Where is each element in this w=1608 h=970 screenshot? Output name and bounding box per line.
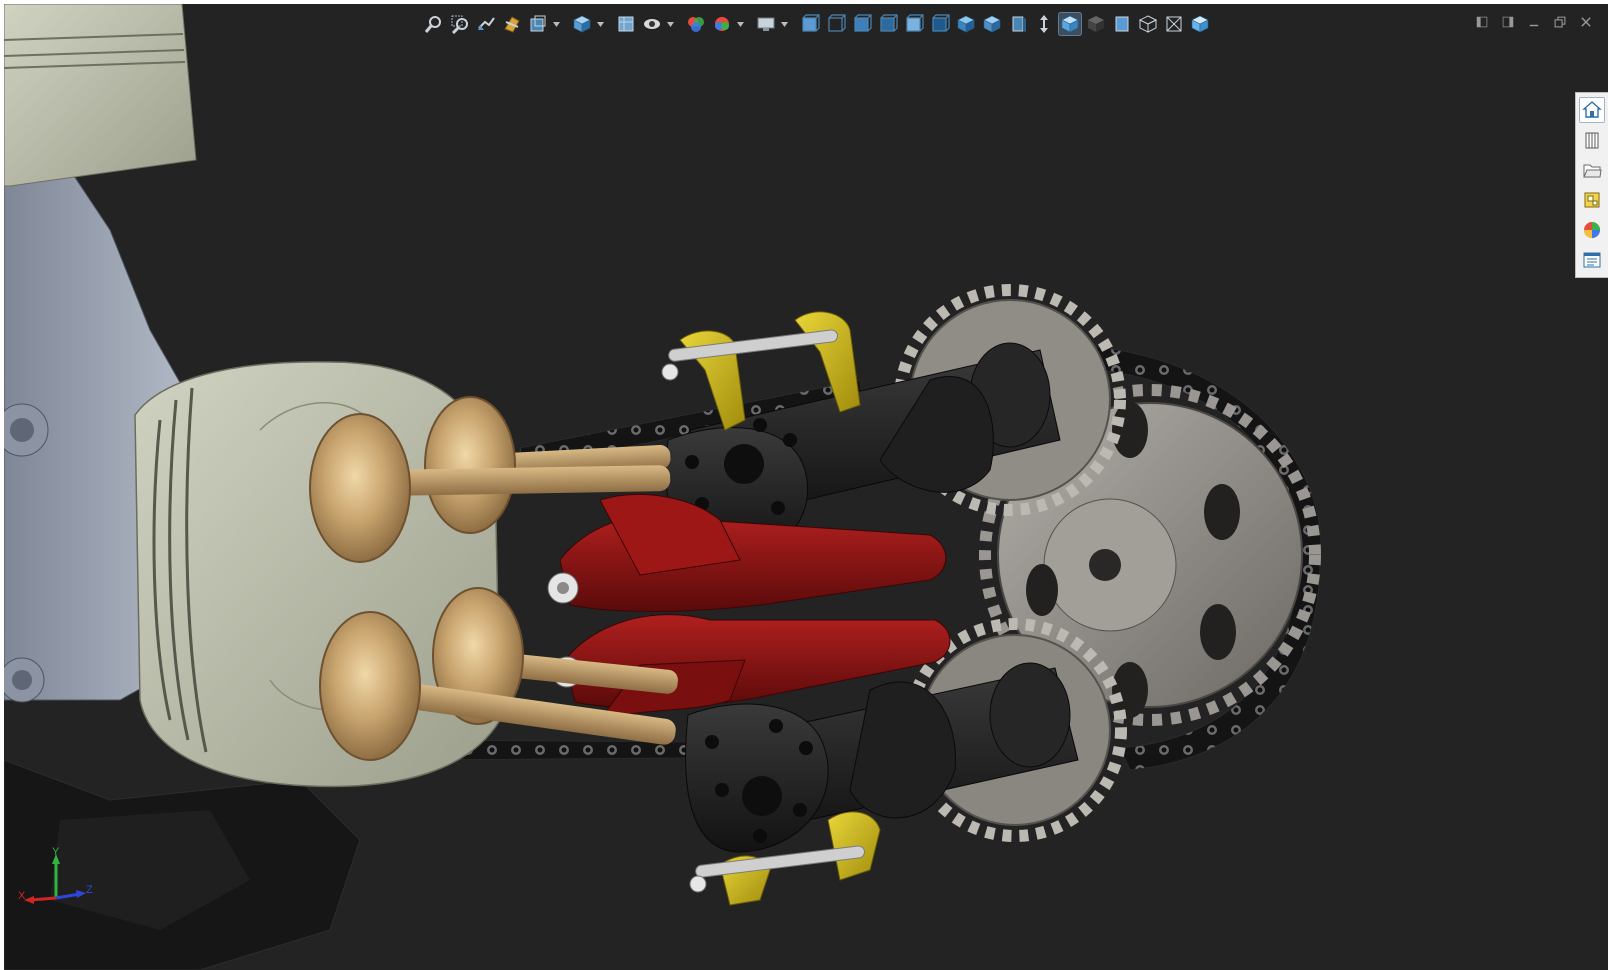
minimize-icon[interactable] bbox=[1524, 12, 1544, 32]
dynamic-annotation-dropdown-arrow[interactable] bbox=[552, 12, 560, 36]
shaded-icon[interactable] bbox=[1084, 12, 1108, 36]
task-pane-tabs bbox=[1575, 92, 1608, 278]
z-axis-arrow bbox=[55, 892, 81, 900]
normal-to-icon[interactable] bbox=[1032, 12, 1056, 36]
reference-triad: Y X Z bbox=[16, 846, 96, 920]
right-view-icon[interactable] bbox=[876, 12, 900, 36]
file-explorer-icon[interactable] bbox=[1579, 157, 1605, 183]
restore-icon[interactable] bbox=[1550, 12, 1570, 32]
dynamic-annotation-icon[interactable] bbox=[526, 12, 550, 36]
top-view-icon[interactable] bbox=[902, 12, 926, 36]
zoom-to-area-icon[interactable] bbox=[448, 12, 472, 36]
apply-scene-icon[interactable] bbox=[710, 12, 734, 36]
graphics-area[interactable]: Y X Z bbox=[4, 4, 1608, 970]
upper-piston[interactable] bbox=[4, 4, 197, 187]
edit-appearance-icon[interactable] bbox=[684, 12, 708, 36]
view-orientation-icon[interactable] bbox=[570, 12, 594, 36]
tile-right-icon[interactable] bbox=[1498, 12, 1518, 32]
shaded-with-edges-icon[interactable] bbox=[1058, 12, 1082, 36]
display-style-icon[interactable] bbox=[614, 12, 638, 36]
tile-left-icon[interactable] bbox=[1472, 12, 1492, 32]
back-view-icon[interactable] bbox=[824, 12, 848, 36]
view-settings-icon[interactable] bbox=[754, 12, 778, 36]
home-icon[interactable] bbox=[1579, 97, 1605, 123]
triad-y-label: Y bbox=[52, 846, 60, 858]
model-scene[interactable] bbox=[4, 4, 1608, 970]
apply-scene-dropdown-arrow[interactable] bbox=[736, 12, 744, 36]
intake-valves[interactable] bbox=[319, 587, 679, 761]
custom-properties-icon[interactable] bbox=[1579, 247, 1605, 273]
bottom-view-icon[interactable] bbox=[928, 12, 952, 36]
left-view-icon[interactable] bbox=[850, 12, 874, 36]
perspective-icon[interactable] bbox=[1188, 12, 1212, 36]
front-view-icon[interactable] bbox=[798, 12, 822, 36]
design-library-icon[interactable] bbox=[1579, 127, 1605, 153]
view-orientation-dropdown-arrow[interactable] bbox=[596, 12, 604, 36]
trimetric-view-icon[interactable] bbox=[980, 12, 1004, 36]
hidden-lines-visible-icon[interactable] bbox=[1136, 12, 1160, 36]
view-settings-dropdown-arrow[interactable] bbox=[780, 12, 788, 36]
view-palette-icon[interactable] bbox=[1579, 187, 1605, 213]
appearances-icon[interactable] bbox=[1579, 217, 1605, 243]
hidden-lines-removed-icon[interactable] bbox=[1110, 12, 1134, 36]
wireframe-icon[interactable] bbox=[1162, 12, 1186, 36]
section-view-icon[interactable] bbox=[500, 12, 524, 36]
hide-show-icon[interactable] bbox=[640, 12, 664, 36]
triad-z-label: Z bbox=[86, 884, 93, 896]
isometric-view-icon[interactable] bbox=[954, 12, 978, 36]
zoom-to-fit-icon[interactable] bbox=[422, 12, 446, 36]
close-icon[interactable] bbox=[1576, 12, 1596, 32]
heads-up-view-toolbar bbox=[422, 10, 1212, 38]
previous-view-icon[interactable] bbox=[474, 12, 498, 36]
dimetric-view-icon[interactable] bbox=[1006, 12, 1030, 36]
window-controls bbox=[1472, 12, 1596, 32]
triad-x-label: X bbox=[18, 890, 26, 902]
hide-show-dropdown-arrow[interactable] bbox=[666, 12, 674, 36]
